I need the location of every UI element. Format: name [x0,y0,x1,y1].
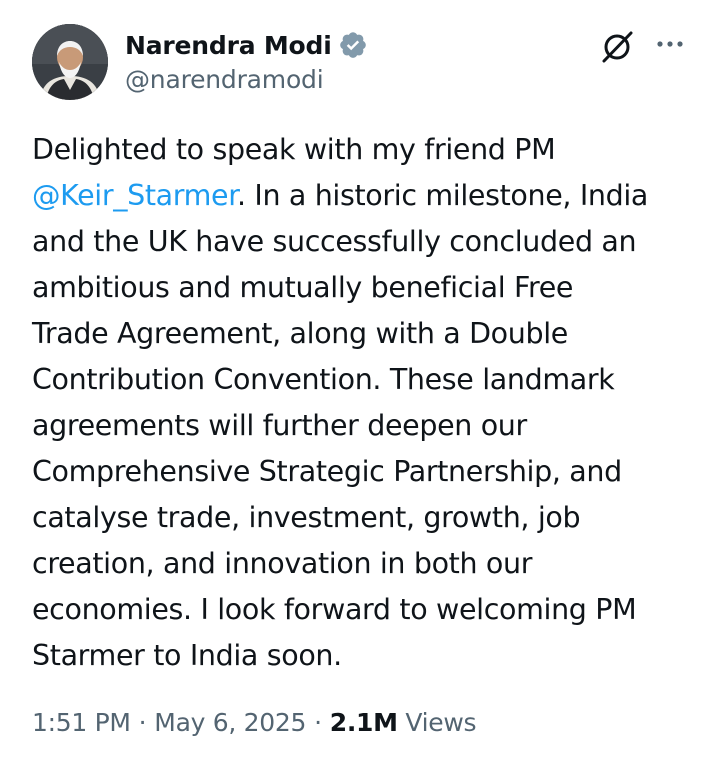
mention-link[interactable]: @Keir_Starmer [32,179,237,212]
post-text-line: Contribution Convention. These landmark [32,363,615,396]
post-text-line: Trade Agreement, along with a Double [32,317,568,350]
post-text-line: creation, and innovation in both our [32,547,533,580]
author-info: Narendra Modi @narendramodi [125,27,368,94]
post-text-line: Comprehensive Strategic Partnership, and [32,455,622,488]
grok-icon[interactable] [600,28,636,64]
post-text-line: Starmer to India soon. [32,639,342,672]
views-label: Views [405,708,477,737]
name-row: Narendra Modi [125,27,368,63]
post-date[interactable]: May 6, 2025 [154,708,306,737]
post-text-line: Delighted to speak with my friend PM [32,133,556,166]
post-text-line: economies. I look forward to welcoming P… [32,593,637,626]
meta-separator: · [138,708,147,737]
avatar[interactable] [32,24,108,100]
post-text: Delighted to speak with my friend PM @Ke… [32,127,692,679]
post-time[interactable]: 1:51 PM [32,708,131,737]
post-meta: 1:51 PM · May 6, 2025 · 2.1M Views [32,708,477,737]
post-text-line: @Keir_Starmer. In a historic milestone, … [32,173,692,219]
post-text-line: agreements will further deepen our [32,409,527,442]
more-options-icon[interactable] [654,28,686,60]
user-avatar-icon [32,24,108,100]
meta-separator: · [314,708,322,737]
post-text-line: and the UK have successfully concluded a… [32,225,637,258]
post-text-line: catalyse trade, investment, growth, job [32,501,581,534]
views-count[interactable]: 2.1M [330,708,398,737]
post-header: Narendra Modi @narendramodi [32,24,692,104]
verified-badge-icon[interactable] [338,30,368,60]
post-text-segment: . In a historic milestone, India [236,179,649,212]
author-display-name[interactable]: Narendra Modi [125,31,332,60]
post-text-line: ambitious and mutually beneficial Free [32,271,574,304]
author-handle[interactable]: @narendramodi [125,65,368,94]
